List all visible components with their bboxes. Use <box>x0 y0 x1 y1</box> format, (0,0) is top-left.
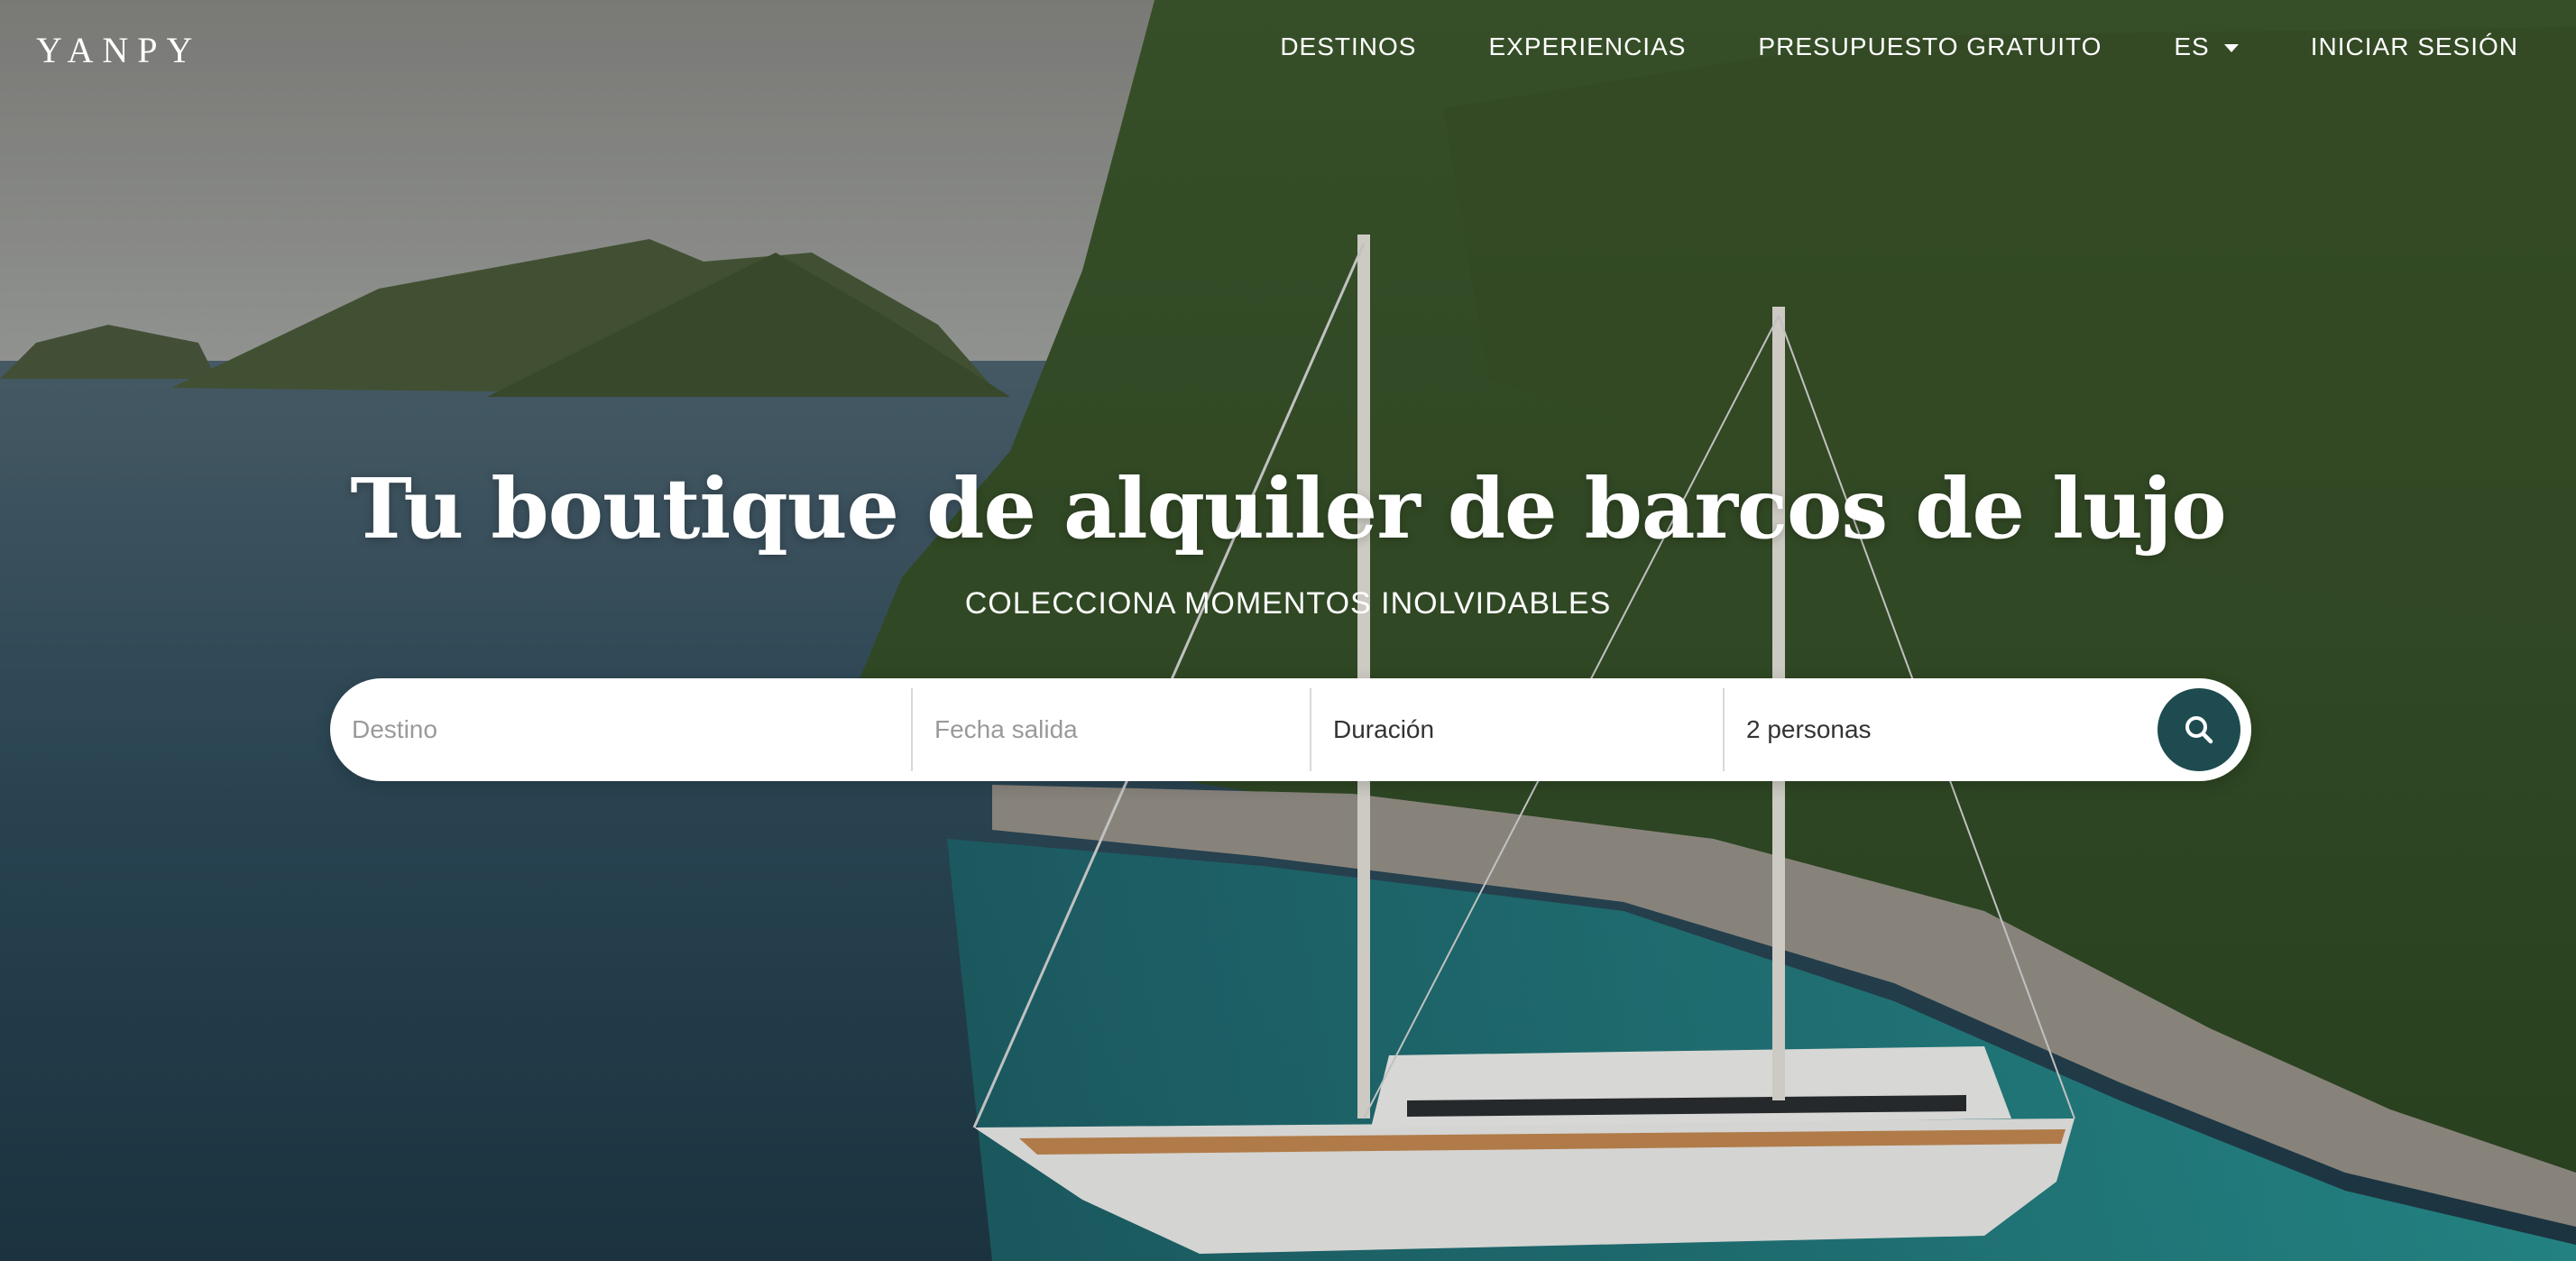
language-label: ES <box>2174 32 2210 60</box>
hero-title: Tu boutique de alquiler de barcos de luj… <box>350 460 2226 557</box>
login-link[interactable]: INICIAR SESIÓN <box>2311 32 2518 61</box>
search-icon <box>2185 716 2213 744</box>
nav-item-destinos[interactable]: DESTINOS <box>1280 32 1416 61</box>
search-button[interactable] <box>2157 688 2240 771</box>
departure-date-input[interactable]: Fecha salida <box>913 688 1310 771</box>
hero-background-image <box>0 0 2576 1261</box>
search-bar: Destino Fecha salida Duración 2 personas <box>330 678 2251 781</box>
chevron-down-icon <box>2223 43 2239 52</box>
brand-logo[interactable]: YANPY <box>36 29 201 71</box>
hero-section: YANPY DESTINOS EXPERIENCIAS PRESUPUESTO … <box>0 0 2576 1261</box>
duration-select[interactable]: Duración <box>1311 688 1723 771</box>
destination-input[interactable]: Destino <box>330 688 911 771</box>
hero-subtitle: COLECCIONA MOMENTOS INOLVIDABLES <box>964 586 1612 621</box>
nav-item-experiencias[interactable]: EXPERIENCIAS <box>1488 32 1686 61</box>
language-selector[interactable]: ES <box>2174 32 2239 61</box>
guests-select[interactable]: 2 personas <box>1725 688 2157 771</box>
top-navigation-bar: YANPY DESTINOS EXPERIENCIAS PRESUPUESTO … <box>0 0 2576 101</box>
main-nav: DESTINOS EXPERIENCIAS PRESUPUESTO GRATUI… <box>1208 32 2518 61</box>
nav-item-presupuesto[interactable]: PRESUPUESTO GRATUITO <box>1758 32 2102 61</box>
